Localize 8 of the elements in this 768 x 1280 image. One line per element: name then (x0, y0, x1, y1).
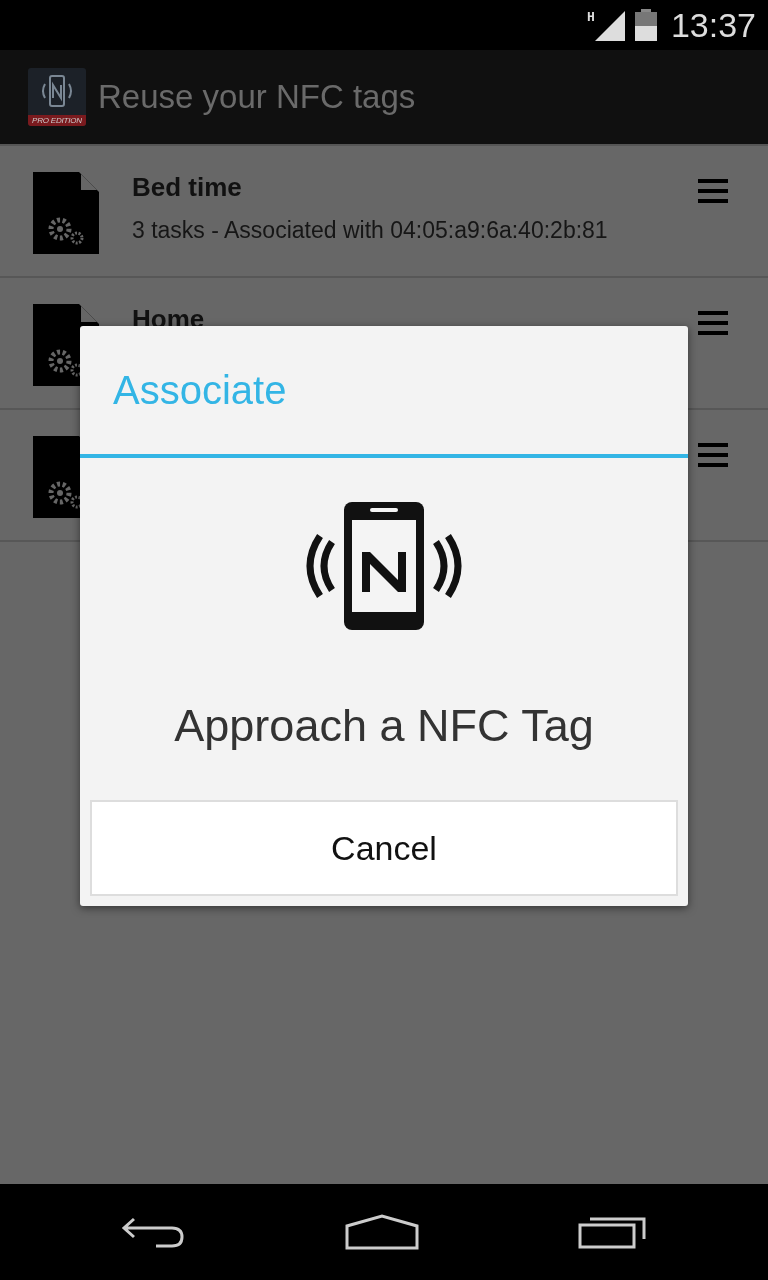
dialog-message: Approach a NFC Tag (174, 700, 594, 752)
clock-time: 13:37 (670, 5, 756, 45)
item-title: Bed time (132, 172, 243, 203)
app-title: Reuse your NFC tags (98, 78, 416, 116)
dialog-title: Associate (112, 366, 288, 414)
item-subtitle: 3 tasks - Associated with 04:05:a9:6a:40:2b:81 (132, 217, 609, 244)
edition-badge: PRO EDITION (28, 115, 86, 126)
network-type-label: H (587, 9, 595, 24)
